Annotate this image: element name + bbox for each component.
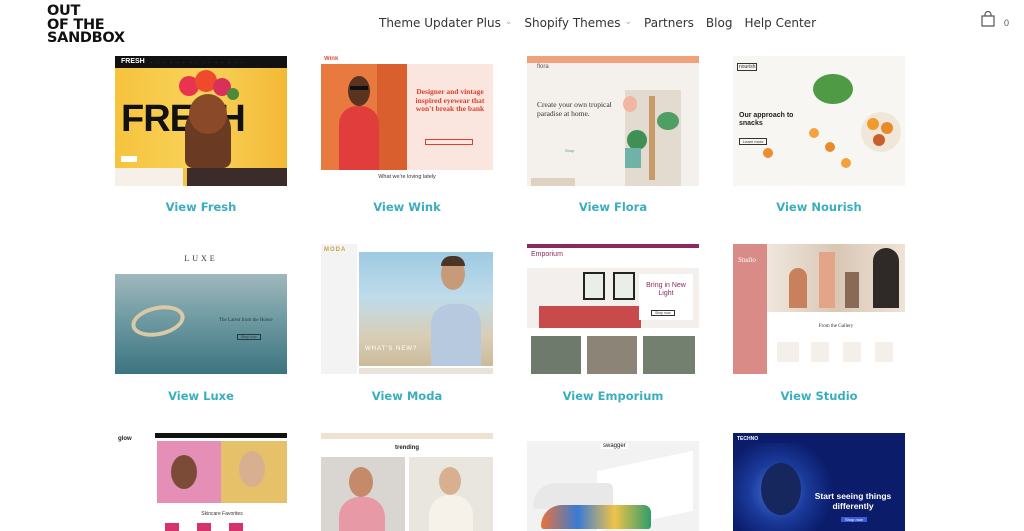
view-theme-link[interactable]: View Studio (733, 389, 905, 403)
theme-preview-glow[interactable]: glow Skincare Favorites (115, 433, 287, 531)
preview-headline: Designer and vintage inspired eyewear th… (415, 87, 485, 113)
preview-brand: LUXE (184, 254, 218, 263)
chevron-down-icon: ⌄ (624, 17, 633, 27)
preview-headline: Our approach to snacks (739, 112, 794, 127)
preview-brand: flora (537, 64, 549, 70)
theme-preview-emporium[interactable]: Emporium Bring in New Light Shop now (527, 244, 699, 374)
preview-brand: swagger (601, 443, 628, 449)
preview-button: Learn more (739, 138, 768, 145)
preview-brand: Wink (324, 56, 339, 62)
nav-item-theme-updater-plus[interactable]: Theme Updater Plus ⌄ (379, 16, 512, 30)
theme-preview-moda[interactable]: MODA WHAT'S NEW? (321, 244, 493, 374)
view-theme-link[interactable]: View Wink (321, 200, 493, 214)
preview-headline: Create your own tropical paradise at hom… (537, 100, 612, 118)
view-theme-link[interactable]: View Nourish (733, 200, 905, 214)
nav-item-label: Shopify Themes (524, 16, 621, 30)
logo-line: SANDBOX (47, 30, 125, 46)
nav-item-blog[interactable]: Blog (706, 16, 733, 30)
theme-preview-trending[interactable]: trending (321, 433, 493, 531)
preview-button: Shop now (237, 334, 261, 340)
preview-brand: TECHNO (737, 436, 759, 442)
preview-brand: trending (395, 445, 419, 451)
nav-item-label: Theme Updater Plus (379, 16, 501, 30)
chevron-down-icon: ⌄ (504, 17, 513, 27)
cart-count: 0 (1004, 18, 1010, 28)
nav-item-label: Partners (644, 16, 694, 30)
preview-brand: FRESH (121, 58, 145, 65)
preview-brand: Studio (738, 256, 756, 264)
nav-item-help-center[interactable]: Help Center (744, 16, 816, 30)
view-theme-link[interactable]: View Luxe (115, 389, 287, 403)
preview-brand: glow (118, 436, 132, 442)
theme-preview-wink[interactable]: Wink Designer and vintage inspired eyewe… (321, 56, 493, 186)
theme-preview-studio[interactable]: Studio From the Gallery (733, 244, 905, 374)
theme-preview-nourish[interactable]: nourish Our approach to snacks Learn mor… (733, 56, 905, 186)
shopping-bag-icon[interactable] (981, 11, 995, 27)
view-theme-link[interactable]: View Flora (527, 200, 699, 214)
theme-preview-luxe[interactable]: LUXE The Latest from the House Shop now (115, 244, 287, 374)
preview-brand: Emporium (531, 251, 563, 258)
theme-preview-fresh[interactable]: FRESH · · · · · · · · · · · · · · · FRES… (115, 56, 287, 186)
preview-section-title: What we're loving lately (378, 174, 436, 180)
preview-section-title: Skincare Favorites (201, 511, 243, 517)
preview-headline: Bring in New Light (646, 282, 686, 297)
nav-item-label: Help Center (744, 16, 816, 30)
theme-preview-swagger[interactable]: swagger (527, 433, 699, 531)
preview-button: Shop (565, 148, 575, 153)
preview-headline: The Latest from the House (219, 318, 273, 323)
preview-headline: Start seeing things differently (814, 491, 892, 511)
preview-headline: WHAT'S NEW? (365, 346, 418, 352)
view-theme-link[interactable]: View Fresh (115, 200, 287, 214)
theme-preview-techno[interactable]: TECHNO Start seeing things differently S… (733, 433, 905, 531)
site-logo[interactable]: OUT OF THE SANDBOX (47, 4, 125, 46)
preview-button: Shop now (841, 517, 867, 522)
view-theme-link[interactable]: View Moda (321, 389, 493, 403)
preview-button: Shop now (651, 310, 675, 316)
nav-item-partners[interactable]: Partners (644, 16, 694, 30)
preview-brand: MODA (324, 247, 347, 253)
theme-preview-flora[interactable]: flora Create your own tropical paradise … (527, 56, 699, 186)
preview-brand: nourish (737, 63, 758, 71)
preview-section-title: From the Gallery (818, 324, 854, 329)
main-nav: Theme Updater Plus ⌄ Shopify Themes ⌄ Pa… (379, 16, 828, 30)
nav-item-label: Blog (705, 16, 733, 30)
view-theme-link[interactable]: View Emporium (527, 389, 699, 403)
nav-item-shopify-themes[interactable]: Shopify Themes ⌄ (524, 16, 632, 30)
